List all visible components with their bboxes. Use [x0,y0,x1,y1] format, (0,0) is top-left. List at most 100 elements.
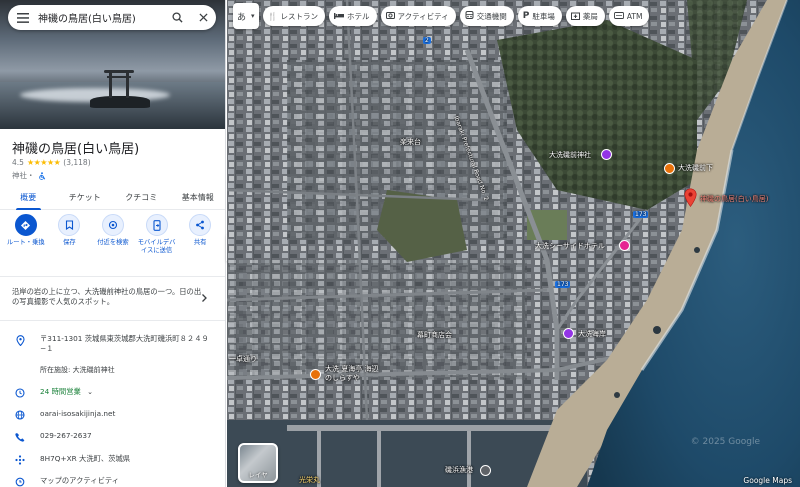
atm-icon [613,11,624,21]
directions-icon [14,214,37,236]
divider [0,276,225,277]
send-to-phone-icon [145,214,168,236]
address-row[interactable]: 〒311-1301 茨城県東茨城郡大洗町磯浜町８２４９−１ 所在施設: 大洗磯前… [0,334,225,375]
close-icon[interactable] [190,5,216,30]
nearby-button[interactable]: 付近を検索 [93,214,133,272]
divider [0,320,225,321]
wheelchair-icon [38,171,45,180]
save-button[interactable]: 保存 [49,214,89,272]
chip-activities[interactable]: アクティビティ [380,6,456,26]
clock-icon [0,387,40,398]
road-shield: 173 [633,211,649,218]
map-label-port[interactable]: 磯浜漁港 [445,465,473,475]
located-in-text[interactable]: 所在施設: 大洗磯前神社 [40,365,216,375]
torii-silhouette [104,70,134,98]
activity-row[interactable]: マップのアクティビティ [0,476,225,487]
camera-icon [385,11,395,21]
hotel-icon [334,12,344,21]
chip-hotels[interactable]: ホテル [329,6,377,26]
copyright-watermark: © 2025 Google [690,437,760,447]
pharmacy-icon [570,11,580,22]
globe-icon [0,409,40,420]
input-tools-button[interactable]: あ ▾ [233,3,259,29]
share-button[interactable]: 共有 [180,214,220,272]
search-input[interactable]: 神磯の鳥居(白い鳥居) [38,10,164,25]
chip-label: レストラン [280,11,319,21]
map-label-gorou[interactable]: 大洗磯前下 [678,163,713,173]
search-icon[interactable] [164,5,190,30]
tab-tickets[interactable]: チケット [57,186,114,209]
rating-row[interactable]: 4.5 ★★★★★ (3,118) [12,158,91,167]
hours-row[interactable]: 24 時間営業 ⌄ [0,387,225,398]
chip-label: ATM [626,11,643,21]
menu-icon[interactable] [8,5,38,30]
satellite-imagery [227,0,800,487]
layers-button[interactable]: レイヤ [238,443,278,483]
nearby-icon [101,214,124,236]
chevron-down-icon: ▾ [251,12,255,20]
search-box[interactable]: 神磯の鳥居(白い鳥居) [8,5,216,30]
map-label-shopping: 幕町商店会 [417,331,452,339]
save-label: 保存 [63,239,76,246]
phone-icon [0,431,40,442]
activity-text[interactable]: マップのアクティビティ [40,476,216,487]
place-title: 神磯の鳥居(白い鳥居) [12,142,140,157]
language-label: あ [237,12,247,23]
hotel-marker-icon[interactable] [619,240,630,251]
maps-app: 神磯の鳥居(白い鳥居) 神磯の鳥居(白い鳥居) 4.5 ★★★★★ (3,118… [0,0,800,487]
chevron-right-icon[interactable] [198,292,210,304]
category-row: 神社・ [12,170,46,181]
nearby-label: 付近を検索 [97,239,129,246]
map-label-torii[interactable]: 神磯の鳥居(白い鳥居) [700,194,768,204]
bookmark-icon [58,214,81,236]
chip-restaurants[interactable]: 🍴 レストラン [262,6,325,26]
place-tabs: 概要 チケット クチコミ 基本情報 [0,186,226,210]
layers-label: レイヤ [248,471,268,479]
tab-reviews[interactable]: クチコミ [113,186,170,209]
plus-code-row[interactable]: 8H7Q+XR 大洗町、茨城県 [0,454,225,465]
map-label-area: 楽来台 [400,138,421,146]
chip-atm[interactable]: ATM [608,6,650,26]
road-shield: 173 [555,281,571,288]
chevron-down-icon[interactable]: ⌄ [87,388,93,396]
phone-row[interactable]: 029-267-2637 [0,431,225,442]
location-pin-icon [0,334,40,375]
chip-label: ホテル [347,11,370,21]
satellite-map[interactable]: あ ▾ 🍴 レストラン ホテル アクティビティ 交通機関 P 駐車場 薬局 AT… [227,0,800,487]
food-marker-icon[interactable] [664,163,675,174]
directions-button[interactable]: ルート・乗換 [6,214,46,272]
chip-label: アクティビティ [397,11,449,21]
map-label-street: 一卓通り [229,355,257,363]
send-to-phone-button[interactable]: モバイルデバイスに送信 [137,214,177,272]
chip-label: 交通機関 [476,11,507,21]
shrine-marker-icon[interactable] [601,149,612,160]
chip-pharmacy[interactable]: 薬局 [565,6,605,26]
restaurant-marker-icon[interactable] [310,369,321,380]
port-marker-icon[interactable] [480,465,491,476]
map-attribution: Google Maps [743,476,792,485]
tab-about[interactable]: 基本情報 [170,186,226,209]
map-label-shop[interactable]: 光栄丸 [299,475,320,485]
star-icons: ★★★★★ [26,158,61,167]
send-to-phone-label: モバイルデバイスに送信 [137,239,176,254]
action-buttons: ルート・乗換 保存 付近を検索 モバイルデバイスに送信 共有 [0,214,225,272]
hours-text: 24 時間営業 [40,387,81,396]
tab-overview[interactable]: 概要 [0,186,57,210]
directions-label: ルート・乗換 [6,239,45,246]
plus-code-icon [0,454,40,465]
history-icon [0,476,40,487]
website-row[interactable]: oarai-isosakijinja.net [0,409,225,420]
place-panel: 神磯の鳥居(白い鳥居) 神磯の鳥居(白い鳥居) 4.5 ★★★★★ (3,118… [0,0,226,487]
map-label-shrine[interactable]: 大洗磯前神社 [549,150,591,160]
selected-place-pin-icon[interactable] [684,188,697,207]
place-description[interactable]: 沿岸の岩の上に立つ、大洗磯前神社の鳥居の一つ。日の出の写真撮影で人気のスポット。 [12,287,202,307]
map-label-hotel[interactable]: 大洗シーサイドホテル [535,241,605,251]
website-text[interactable]: oarai-isosakijinja.net [40,409,216,420]
share-label: 共有 [193,239,207,246]
map-label-beach[interactable]: 大洗海岸 [578,329,606,339]
review-count[interactable]: (3,118) [63,158,90,167]
beach-marker-icon[interactable] [563,328,574,339]
map-label-inn[interactable]: 大洗 夏海亭 海辺のしらすや [325,365,385,383]
chip-parking[interactable]: P 駐車場 [517,6,562,26]
chip-transit[interactable]: 交通機関 [459,6,514,26]
